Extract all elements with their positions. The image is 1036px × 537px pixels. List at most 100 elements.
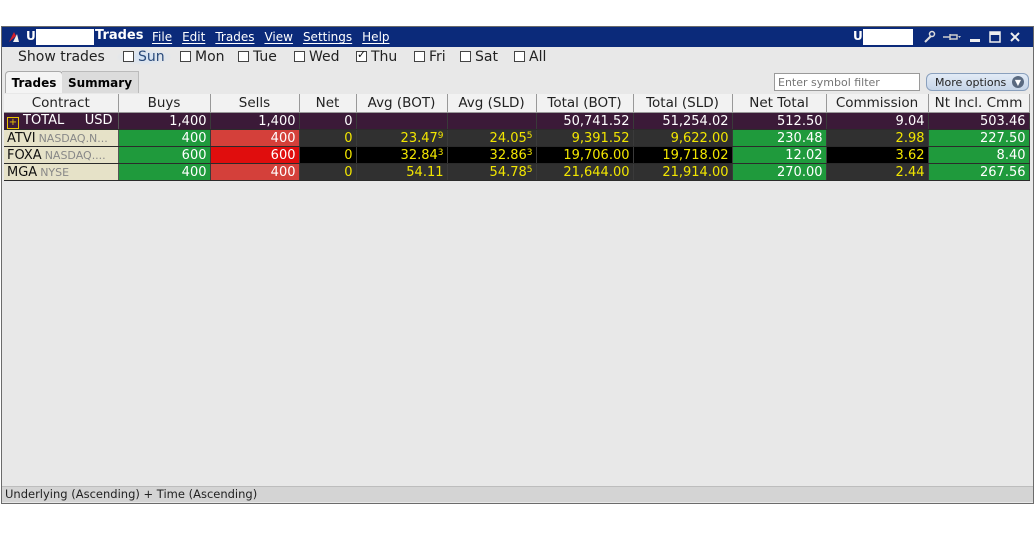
checkbox[interactable]: [460, 50, 471, 62]
maximize-icon[interactable]: [988, 30, 1002, 44]
cell-total-bot: 21,644.00: [536, 163, 634, 181]
wrench-icon[interactable]: [922, 30, 936, 44]
col-header-total-sld[interactable]: Total (SLD): [633, 94, 733, 113]
symbol: ATVI: [7, 130, 36, 146]
day-checkbox-mon[interactable]: Mon: [180, 49, 225, 65]
exchange: NASDAQ....: [44, 148, 106, 162]
table-row[interactable]: ATVI NASDAQ.N... 400 400 0 23.479 24.055 …: [4, 129, 1030, 147]
cell-contract[interactable]: + TOTAL USD: [4, 112, 119, 130]
col-header-commission[interactable]: Commission: [826, 94, 929, 113]
col-header-net[interactable]: Net: [299, 94, 357, 113]
day-label: Thu: [371, 49, 398, 65]
more-options-button[interactable]: More options ▼: [926, 73, 1029, 91]
cell-net-total: 12.02: [732, 146, 827, 164]
day-label: Mon: [195, 49, 225, 65]
col-header-sells[interactable]: Sells: [210, 94, 300, 113]
pin-icon[interactable]: [942, 30, 962, 44]
col-header-nt-incl-cmm[interactable]: Nt Incl. Cmm: [928, 94, 1030, 113]
cell-total-sld: 19,718.02: [633, 146, 733, 164]
price-main: 54.11: [406, 164, 444, 180]
trades-window: U1 Trades File Edit Trades View Settings…: [1, 26, 1034, 504]
symbol-filter-input[interactable]: [774, 73, 920, 91]
cell-nt-incl: 267.56: [928, 163, 1030, 181]
price-fraction: 5: [526, 164, 533, 175]
app-logo-icon: [9, 32, 19, 42]
sort-status-bar: Underlying (Ascending) + Time (Ascending…: [2, 486, 1033, 502]
tab-trades[interactable]: Trades: [5, 71, 63, 93]
col-header-buys[interactable]: Buys: [118, 94, 211, 113]
cell-avg-sld: 32.863: [447, 146, 537, 164]
table-row-total[interactable]: + TOTAL USD 1,400 1,400 0 50,741.52 51,25…: [4, 112, 1030, 130]
cell-avg-sld: 54.785: [447, 163, 537, 181]
cell-commission: 2.98: [826, 129, 929, 147]
menu-bar: File Edit Trades View Settings Help: [152, 30, 390, 44]
minimize-icon[interactable]: [968, 30, 982, 44]
cell-avg-bot: 32.843: [356, 146, 448, 164]
account-redaction: [36, 29, 94, 45]
day-checkbox-tue[interactable]: Tue: [238, 49, 277, 65]
day-label: Sat: [475, 49, 498, 65]
cell-net: 0: [299, 146, 357, 164]
day-checkbox-all[interactable]: All: [514, 49, 546, 65]
cell-contract[interactable]: FOXA NASDAQ....: [4, 146, 119, 164]
table-header-row: Contract Buys Sells Net Avg (BOT) Avg (S…: [4, 94, 1030, 113]
cell-total-bot: 19,706.00: [536, 146, 634, 164]
cell-total-sld: 51,254.02: [633, 112, 733, 130]
col-header-contract[interactable]: Contract: [4, 94, 119, 113]
checkbox[interactable]: [238, 50, 249, 62]
checkbox[interactable]: [123, 50, 134, 62]
checkbox[interactable]: [514, 50, 525, 62]
price-main: 24.05: [489, 130, 527, 146]
day-checkbox-wed[interactable]: Wed: [294, 49, 340, 65]
checkbox[interactable]: [294, 50, 305, 62]
table-row[interactable]: FOXA NASDAQ.... 600 600 0 32.843 32.863 1…: [4, 146, 1030, 164]
cell-avg-bot: 54.11: [356, 163, 448, 181]
menu-file[interactable]: File: [152, 30, 172, 44]
exchange: NASDAQ.N...: [38, 131, 108, 145]
cell-avg-bot: 23.479: [356, 129, 448, 147]
title-bar: U1 Trades File Edit Trades View Settings…: [2, 27, 1033, 47]
tab-bar: Trades Summary More options ▼: [2, 71, 1033, 93]
menu-settings[interactable]: Settings: [303, 30, 352, 44]
col-header-avg-sld[interactable]: Avg (SLD): [447, 94, 537, 113]
checkbox[interactable]: [414, 50, 425, 62]
cell-commission: 3.62: [826, 146, 929, 164]
cell-net: 0: [299, 112, 357, 130]
col-header-net-total[interactable]: Net Total: [732, 94, 827, 113]
chevron-down-icon: ▼: [1012, 76, 1024, 88]
day-checkbox-fri[interactable]: Fri: [414, 49, 446, 65]
cell-contract[interactable]: ATVI NASDAQ.N...: [4, 129, 119, 147]
cell-sells: 400: [210, 163, 300, 181]
cell-avg-sld: [447, 112, 537, 130]
day-checkbox-thu[interactable]: Thu: [356, 48, 398, 65]
price-main: 54.78: [489, 164, 527, 180]
cell-total-bot: 50,741.52: [536, 112, 634, 130]
cell-commission: 9.04: [826, 112, 929, 130]
menu-view[interactable]: View: [264, 30, 292, 44]
account-selector[interactable]: U: [853, 29, 863, 43]
menu-trades[interactable]: Trades: [215, 30, 254, 44]
table-row[interactable]: MGA NYSE 400 400 0 54.11 54.785 21,644.00…: [4, 163, 1030, 181]
day-checkbox-sat[interactable]: Sat: [460, 49, 498, 65]
tab-summary[interactable]: Summary: [62, 71, 139, 93]
menu-edit[interactable]: Edit: [182, 30, 205, 44]
menu-help[interactable]: Help: [362, 30, 389, 44]
exchange: NYSE: [40, 165, 70, 179]
day-checkbox-sun[interactable]: Sun: [117, 49, 171, 65]
checkbox-checked[interactable]: [356, 48, 367, 62]
close-icon[interactable]: [1008, 30, 1022, 44]
cell-net-total: 512.50: [732, 112, 827, 130]
price-fraction: 5: [526, 130, 533, 141]
expand-icon[interactable]: +: [7, 117, 19, 129]
show-trades-label: Show trades: [18, 49, 105, 65]
col-header-avg-bot[interactable]: Avg (BOT): [356, 94, 448, 113]
cell-contract[interactable]: MGA NYSE: [4, 163, 119, 181]
price-fraction: 9: [437, 130, 444, 141]
cell-nt-incl: 503.46: [928, 112, 1030, 130]
cell-buys: 1,400: [118, 112, 211, 130]
col-header-total-bot[interactable]: Total (BOT): [536, 94, 634, 113]
checkbox[interactable]: [180, 50, 191, 62]
price-main: 23.47: [400, 130, 438, 146]
cell-total-bot: 9,391.52: [536, 129, 634, 147]
window-title: Trades: [95, 28, 144, 43]
